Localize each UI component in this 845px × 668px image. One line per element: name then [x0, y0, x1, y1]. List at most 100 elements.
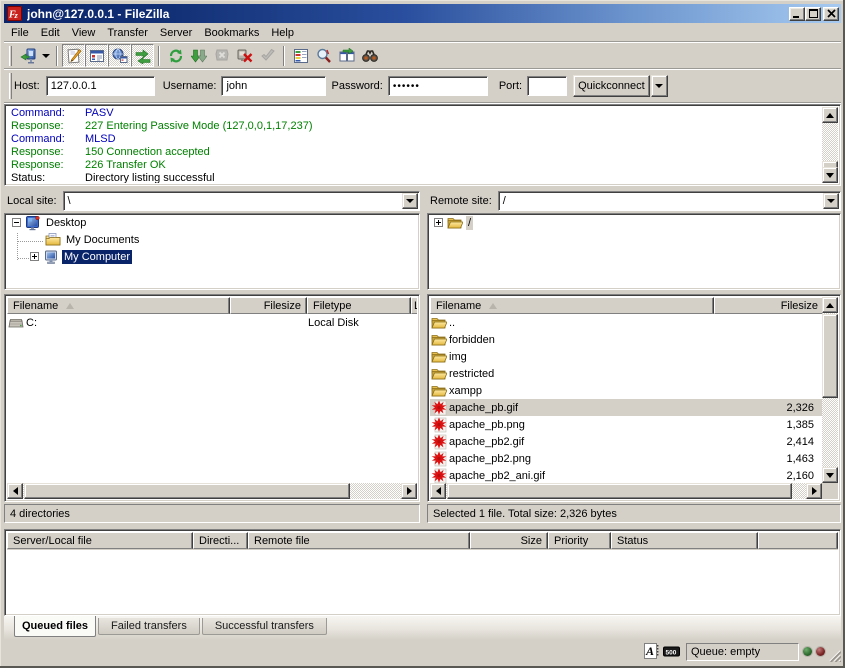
toolbar-button[interactable]	[62, 44, 85, 67]
column-header[interactable]	[758, 532, 838, 549]
remote-site-combo-arrow[interactable]	[823, 193, 839, 209]
tree-item-icon	[25, 215, 41, 231]
toolbar-button[interactable]	[187, 44, 210, 67]
menu-item[interactable]: Bookmarks	[198, 25, 265, 41]
menu-item[interactable]: Transfer	[101, 25, 154, 41]
queue-tab[interactable]: Failed transfers	[98, 618, 200, 635]
scroll-right-button[interactable]	[401, 483, 417, 499]
file-row[interactable]: apache_pb2.gif 2,414	[430, 433, 822, 450]
toolbar-button[interactable]	[233, 44, 256, 67]
expand-expander[interactable]	[30, 252, 39, 261]
toolbar-button[interactable]	[289, 44, 312, 67]
tree-item-label[interactable]: /	[466, 216, 473, 230]
menu-item[interactable]: File	[5, 25, 35, 41]
log-line: Response:226 Transfer OK	[11, 159, 820, 172]
file-row[interactable]: C: Local Disk	[7, 314, 417, 331]
remote-site-combo[interactable]: /	[498, 191, 841, 211]
queue-tab[interactable]: Successful transfers	[202, 618, 327, 635]
tree-item-label[interactable]: My Computer	[62, 250, 132, 264]
speed-limits-icon[interactable]	[663, 643, 680, 660]
tree-item[interactable]: My Computer	[5, 248, 419, 265]
file-row[interactable]: apache_pb2_ani.gif 2,160	[430, 467, 822, 483]
toolbar-button[interactable]	[131, 44, 154, 67]
local-site-combo[interactable]: \	[63, 191, 420, 211]
toolbar-button[interactable]	[85, 44, 108, 67]
scrollbar-thumb[interactable]	[24, 483, 350, 499]
toolbar-button[interactable]	[108, 44, 131, 67]
file-row[interactable]: apache_pb2.png 1,463	[430, 450, 822, 467]
menu-item[interactable]: Help	[265, 25, 300, 41]
toolbar-button[interactable]	[256, 44, 279, 67]
host-input[interactable]: 127.0.0.1	[46, 76, 155, 96]
tree-item[interactable]: /	[428, 214, 840, 231]
column-header[interactable]: Filesize	[230, 297, 307, 314]
quickconnect-grip[interactable]	[9, 73, 12, 99]
toolbar-button[interactable]	[312, 44, 335, 67]
expand-expander[interactable]	[434, 218, 443, 227]
toolbar-icon	[112, 48, 128, 64]
tree-item-label[interactable]: Desktop	[44, 216, 88, 230]
scroll-left-button[interactable]	[430, 483, 446, 499]
toolbar-button[interactable]	[335, 44, 358, 67]
column-header[interactable]: Server/Local file	[7, 532, 193, 549]
scroll-left-button[interactable]	[7, 483, 23, 499]
password-input[interactable]: ••••••	[388, 76, 488, 96]
column-header[interactable]: Size	[470, 532, 548, 549]
file-row[interactable]: xampp	[430, 382, 822, 399]
file-row[interactable]: restricted	[430, 365, 822, 382]
collapse-expander[interactable]	[12, 218, 21, 227]
tree-item[interactable]: Desktop	[5, 214, 419, 231]
scroll-up-button[interactable]	[822, 107, 838, 123]
quickconnect-dropdown[interactable]	[651, 75, 668, 97]
column-header[interactable]: Filetype	[307, 297, 411, 314]
menu-item[interactable]: Edit	[35, 25, 66, 41]
column-header[interactable]: Status	[611, 532, 758, 549]
file-row[interactable]: ..	[430, 314, 822, 331]
close-button[interactable]	[823, 7, 839, 21]
local-hscrollbar[interactable]	[7, 483, 417, 499]
column-header[interactable]: Filename	[7, 297, 230, 314]
scroll-right-button[interactable]	[806, 483, 822, 499]
resize-grip[interactable]	[827, 648, 841, 662]
column-header[interactable]: Filesize	[714, 297, 822, 314]
scroll-down-button[interactable]	[822, 167, 838, 183]
file-row[interactable]: img	[430, 348, 822, 365]
column-header[interactable]: Last modified	[411, 297, 417, 314]
scroll-down-button[interactable]	[822, 467, 838, 483]
title-bar[interactable]: john@127.0.0.1 - FileZilla	[4, 4, 841, 23]
scrollbar-thumb[interactable]	[822, 314, 838, 398]
port-input[interactable]	[527, 76, 567, 96]
toolbar-button[interactable]	[210, 44, 233, 67]
remote-hscrollbar[interactable]	[430, 483, 822, 499]
column-header[interactable]: Priority	[548, 532, 611, 549]
file-row[interactable]: apache_pb.png 1,385	[430, 416, 822, 433]
toolbar-button[interactable]	[358, 44, 381, 67]
minimize-button[interactable]	[789, 7, 805, 21]
column-header[interactable]: Remote file	[248, 532, 470, 549]
queue-tab[interactable]: Queued files	[14, 616, 96, 637]
tree-item-label[interactable]: My Documents	[64, 233, 141, 247]
file-row[interactable]: apache_pb.gif 2,326	[430, 399, 822, 416]
log-scrollbar[interactable]	[822, 107, 838, 183]
username-input[interactable]: john	[221, 76, 326, 96]
scroll-up-button[interactable]	[822, 297, 838, 313]
column-header[interactable]: Directi...	[193, 532, 248, 549]
toolbar-grip[interactable]	[9, 46, 12, 66]
menu-item[interactable]: View	[66, 25, 102, 41]
maximize-button[interactable]	[805, 7, 821, 21]
tree-item[interactable]: My Documents	[5, 231, 419, 248]
scrollbar-thumb[interactable]	[447, 483, 792, 499]
remote-vscrollbar[interactable]	[822, 297, 838, 483]
quickconnect-button[interactable]: Quickconnect	[573, 75, 650, 97]
toolbar-button[interactable]	[16, 44, 39, 67]
queue-tab-label: Failed transfers	[111, 620, 187, 632]
transfer-type-icon[interactable]	[643, 643, 660, 660]
local-site-combo-arrow[interactable]	[402, 193, 418, 209]
site-manager-dropdown[interactable]	[39, 44, 52, 67]
remote-site-row: Remote site: /	[427, 190, 841, 212]
menu-item[interactable]: Server	[154, 25, 198, 41]
file-row[interactable]: forbidden	[430, 331, 822, 348]
column-header[interactable]: Filename	[430, 297, 714, 314]
toolbar-button[interactable]	[164, 44, 187, 67]
local-list-header: Filename Filesize Filetype Last modified	[7, 297, 417, 314]
